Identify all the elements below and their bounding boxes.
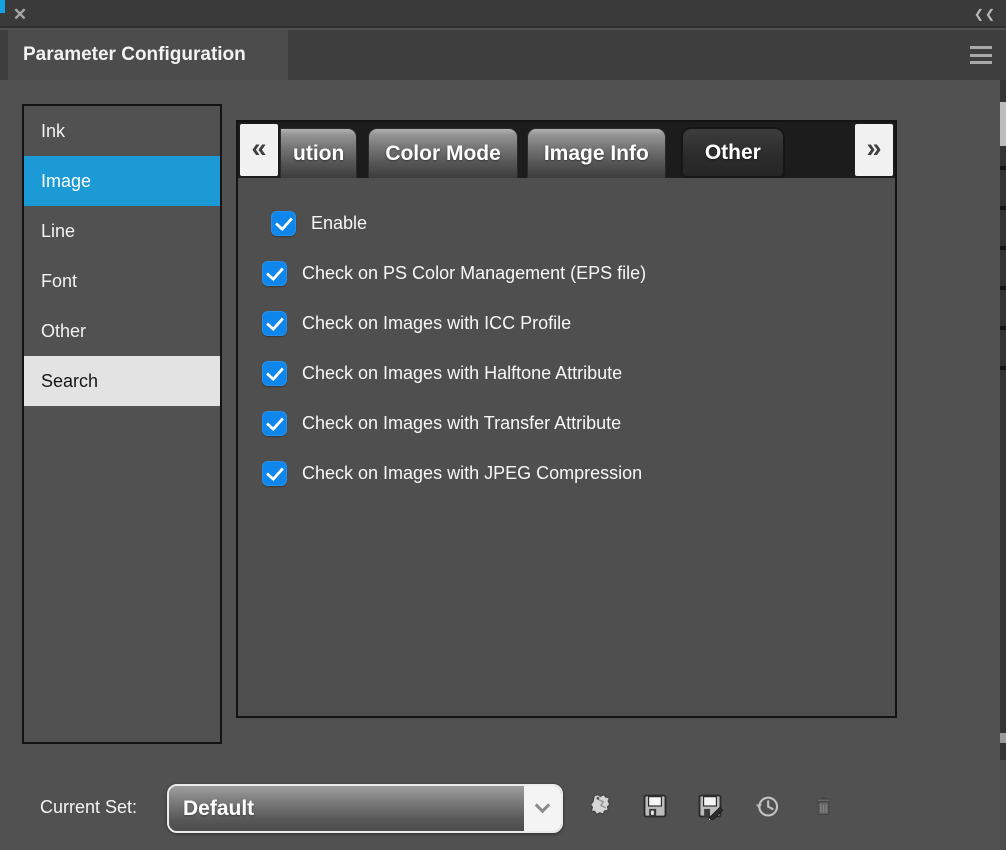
halftone-attribute-checkbox[interactable]	[262, 361, 287, 386]
option-row: Check on Images with Halftone Attribute	[262, 360, 895, 386]
current-set-dropdown[interactable]: Default	[167, 784, 563, 833]
tab-resolution-truncated[interactable]: ution	[280, 128, 357, 178]
chevron-down-icon[interactable]	[524, 786, 561, 831]
sidebar-item-ink[interactable]: Ink	[24, 106, 220, 156]
ps-color-management-checkbox[interactable]	[262, 261, 287, 286]
icc-profile-checkbox[interactable]	[262, 311, 287, 336]
sidebar-item-other[interactable]: Other	[24, 306, 220, 356]
option-row: Check on Images with JPEG Compression	[262, 460, 895, 486]
checkbox-label: Check on Images with Halftone Attribute	[302, 363, 622, 384]
history-clock-icon	[753, 792, 781, 825]
category-list: Ink Image Line Font Other Search	[22, 104, 222, 744]
floppy-save-icon	[641, 792, 669, 825]
checkbox-group: Enable Check on PS Color Management (EPS…	[238, 178, 895, 486]
tab-image-info[interactable]: Image Info	[527, 128, 666, 178]
sidebar-item-font[interactable]: Font	[24, 256, 220, 306]
page-title: Parameter Configuration	[23, 44, 246, 66]
sidebar-item-search[interactable]: Search	[24, 356, 220, 406]
tab-color-mode[interactable]: Color Mode	[368, 128, 518, 178]
close-icon[interactable]: ✕	[8, 4, 32, 26]
current-set-label: Current Set:	[40, 797, 137, 818]
transfer-attribute-checkbox[interactable]	[262, 411, 287, 436]
parameter-configuration-window: ✕ ❮❮ Parameter Configuration Ink Image L…	[0, 0, 1006, 850]
option-row: Check on Images with Transfer Attribute	[262, 410, 895, 436]
jpeg-compression-checkbox[interactable]	[262, 461, 287, 486]
checkbox-label: Check on Images with Transfer Attribute	[302, 413, 621, 434]
restore-set-button[interactable]	[750, 789, 784, 827]
sidebar-item-line[interactable]: Line	[24, 206, 220, 256]
scroll-tabs-right-icon[interactable]: »	[855, 124, 893, 176]
option-row: Check on PS Color Management (EPS file)	[262, 260, 895, 286]
tab-other[interactable]: Other	[681, 127, 785, 178]
delete-set-button[interactable]	[806, 789, 840, 827]
tab-strip: « ution Color Mode Image Info Other »	[238, 122, 895, 178]
titlebar: ✕ ❮❮	[0, 0, 1006, 28]
checkbox-label: Check on Images with ICC Profile	[302, 313, 571, 334]
image-options-panel: « ution Color Mode Image Info Other » En…	[236, 120, 897, 718]
hamburger-menu-icon[interactable]	[970, 46, 992, 64]
option-row: Enable	[271, 210, 895, 236]
enable-checkbox[interactable]	[271, 211, 296, 236]
option-row: Check on Images with ICC Profile	[262, 310, 895, 336]
panel-tab-row: Parameter Configuration	[0, 30, 1006, 80]
crumpled-paper-icon	[587, 791, 616, 825]
tab-parameter-configuration[interactable]: Parameter Configuration	[8, 30, 288, 80]
new-set-button[interactable]	[584, 789, 618, 827]
save-set-button[interactable]	[638, 789, 672, 827]
floppy-save-as-icon	[696, 792, 724, 825]
save-set-as-button[interactable]	[693, 789, 727, 827]
trash-icon	[811, 793, 836, 823]
checkbox-label: Check on PS Color Management (EPS file)	[302, 263, 646, 284]
background-artifact	[0, 0, 5, 13]
current-set-value: Default	[169, 786, 524, 831]
adjacent-panel-edge	[1000, 80, 1006, 850]
collapse-panel-icon[interactable]: ❮❮	[974, 5, 996, 23]
sidebar-item-image[interactable]: Image	[24, 156, 220, 206]
checkbox-label: Check on Images with JPEG Compression	[302, 463, 642, 484]
scroll-tabs-left-icon[interactable]: «	[240, 124, 278, 176]
checkbox-label: Enable	[311, 213, 367, 234]
